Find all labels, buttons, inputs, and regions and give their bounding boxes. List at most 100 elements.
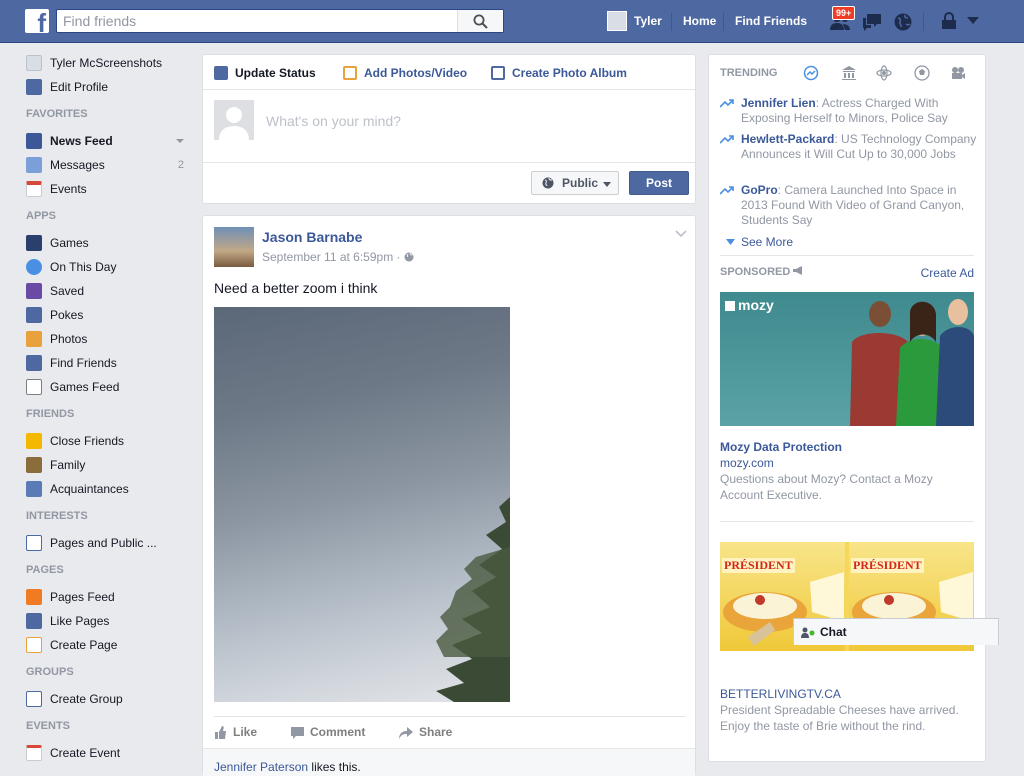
- post-photo[interactable]: [214, 307, 510, 702]
- tab-update-status[interactable]: Update Status: [214, 66, 316, 80]
- nav-profile-link[interactable]: Tyler: [634, 14, 662, 28]
- chevron-down-icon[interactable]: [176, 139, 184, 143]
- sidebar-heading-apps: APPS: [26, 210, 56, 222]
- trending-item[interactable]: Jennifer Lien: Actress Charged With Expo…: [720, 96, 978, 126]
- trending-arrow-icon: [720, 186, 734, 195]
- sidebar-item-profile[interactable]: Tyler McScreenshots: [26, 54, 196, 78]
- sidebar-item-pokes[interactable]: Pokes: [26, 306, 196, 330]
- see-more-trending[interactable]: See More: [726, 235, 793, 249]
- sidebar-item-games-feed[interactable]: Games Feed: [26, 378, 196, 402]
- post-options-chevron-down-icon[interactable]: [675, 230, 687, 238]
- calendar-icon: [26, 181, 42, 197]
- divider: [720, 255, 974, 256]
- status-composer: Update Status Add Photos/Video Create Ph…: [202, 54, 696, 204]
- sidebar-item-games[interactable]: Games: [26, 234, 196, 258]
- trending-top-icon[interactable]: [803, 65, 819, 81]
- chat-person-icon: [801, 627, 815, 638]
- chat-tab[interactable]: Chat: [793, 618, 999, 645]
- photos-icon: [26, 331, 42, 347]
- messages-icon[interactable]: [861, 12, 883, 32]
- nav-separator: [671, 13, 672, 31]
- post-author-avatar[interactable]: [214, 227, 254, 267]
- privacy-selector[interactable]: Public: [531, 171, 619, 195]
- nav-home-link[interactable]: Home: [683, 14, 716, 28]
- messages-icon: [26, 157, 42, 173]
- sidebar-item-create-page[interactable]: Create Page: [26, 636, 196, 660]
- notifications-globe-icon[interactable]: [893, 12, 913, 32]
- sidebar-item-pages-public[interactable]: Pages and Public ...: [26, 534, 196, 558]
- create-ad-link[interactable]: Create Ad: [921, 266, 974, 280]
- comment-icon: [291, 727, 304, 739]
- post-author-name[interactable]: Jason Barnabe: [262, 229, 362, 245]
- search-input[interactable]: [57, 10, 457, 32]
- status-input[interactable]: [266, 111, 666, 131]
- entertainment-icon[interactable]: [950, 65, 966, 81]
- sidebar-item-pages-feed[interactable]: Pages Feed: [26, 588, 196, 612]
- post-button[interactable]: Post: [629, 171, 689, 195]
- search-button[interactable]: [457, 10, 503, 32]
- poke-hand-icon: [26, 307, 42, 323]
- sidebar-item-on-this-day[interactable]: On This Day: [26, 258, 196, 282]
- thumbs-up-icon: [215, 726, 226, 739]
- globe-icon: [542, 177, 554, 189]
- clock-icon: [26, 259, 42, 275]
- sidebar-item-edit-profile[interactable]: Edit Profile: [26, 78, 196, 102]
- mozy-ad-description: Questions about Mozy? Contact a Mozy Acc…: [720, 472, 933, 502]
- album-icon: [491, 66, 505, 80]
- tab-create-album[interactable]: Create Photo Album: [491, 66, 627, 80]
- sidebar-heading-favorites: FAVORITES: [26, 108, 88, 120]
- account-menu-chevron-down-icon[interactable]: [967, 17, 979, 25]
- science-icon[interactable]: [876, 65, 892, 81]
- privacy-shortcuts-icon[interactable]: [940, 12, 958, 32]
- mozy-ad-title[interactable]: Mozy Data Protection: [720, 440, 842, 454]
- sidebar-item-saved[interactable]: Saved: [26, 282, 196, 306]
- pages-list-icon: [26, 535, 42, 551]
- tab-add-photos[interactable]: Add Photos/Video: [343, 66, 467, 80]
- sidebar-item-news-feed[interactable]: News Feed: [26, 132, 196, 156]
- sidebar-item-create-event[interactable]: Create Event: [26, 744, 196, 768]
- sidebar-item-family[interactable]: Family: [26, 456, 196, 480]
- facebook-logo[interactable]: f: [25, 9, 49, 33]
- sponsored-heading: SPONSORED: [720, 266, 804, 278]
- sidebar-item-create-group[interactable]: Create Group: [26, 690, 196, 714]
- nav-separator: [923, 13, 924, 31]
- people-illustration: [850, 299, 974, 426]
- sidebar-item-photos[interactable]: Photos: [26, 330, 196, 354]
- sidebar-item-acquaintances[interactable]: Acquaintances: [26, 480, 196, 504]
- sidebar-item-like-pages[interactable]: Like Pages: [26, 612, 196, 636]
- sidebar-item-close-friends[interactable]: Close Friends: [26, 432, 196, 456]
- pencil-icon: [26, 79, 42, 95]
- plus-icon: [26, 691, 42, 707]
- liker-link[interactable]: Jennifer Paterson: [214, 760, 308, 774]
- share-arrow-icon: [399, 727, 413, 739]
- sidebar-item-find-friends[interactable]: Find Friends: [26, 354, 196, 378]
- president-ad-description: President Spreadable Cheeses have arrive…: [720, 703, 959, 733]
- sidebar-heading-pages: PAGES: [26, 564, 64, 576]
- games-icon: [26, 235, 42, 251]
- sports-icon[interactable]: [914, 65, 930, 81]
- post-timestamp[interactable]: September 11 at 6:59pm ·: [262, 250, 414, 264]
- mozy-ad-url[interactable]: mozy.com: [720, 456, 774, 470]
- right-sidebar: TRENDING Jennifer Lien: Actress Charged …: [708, 54, 986, 762]
- thumbs-up-icon: [26, 613, 42, 629]
- mozy-ad-image[interactable]: mozy: [720, 292, 974, 426]
- share-button[interactable]: Share: [399, 725, 452, 739]
- trending-item[interactable]: GoPro: Camera Launched Into Space in 201…: [720, 183, 978, 228]
- star-icon: [26, 433, 42, 449]
- search-box[interactable]: [56, 9, 504, 33]
- megaphone-icon: [793, 266, 803, 275]
- president-ad-url[interactable]: BETTERLIVINGTV.CA: [720, 687, 841, 701]
- sidebar-item-events[interactable]: Events: [26, 180, 196, 204]
- messages-count: 2: [177, 159, 184, 171]
- user-avatar[interactable]: [607, 11, 627, 31]
- left-sidebar: Tyler McScreenshots Edit Profile FAVORIT…: [26, 54, 196, 768]
- like-button[interactable]: Like: [214, 725, 257, 739]
- politics-icon[interactable]: [841, 65, 857, 81]
- nav-find-friends-link[interactable]: Find Friends: [735, 14, 807, 28]
- divider: [720, 521, 974, 522]
- trending-item[interactable]: Hewlett-Packard: US Technology Company A…: [720, 132, 978, 162]
- sidebar-item-messages[interactable]: Messages 2: [26, 156, 196, 180]
- acquaintances-icon: [26, 481, 42, 497]
- trending-arrow-icon: [720, 99, 734, 108]
- comment-button[interactable]: Comment: [291, 725, 365, 739]
